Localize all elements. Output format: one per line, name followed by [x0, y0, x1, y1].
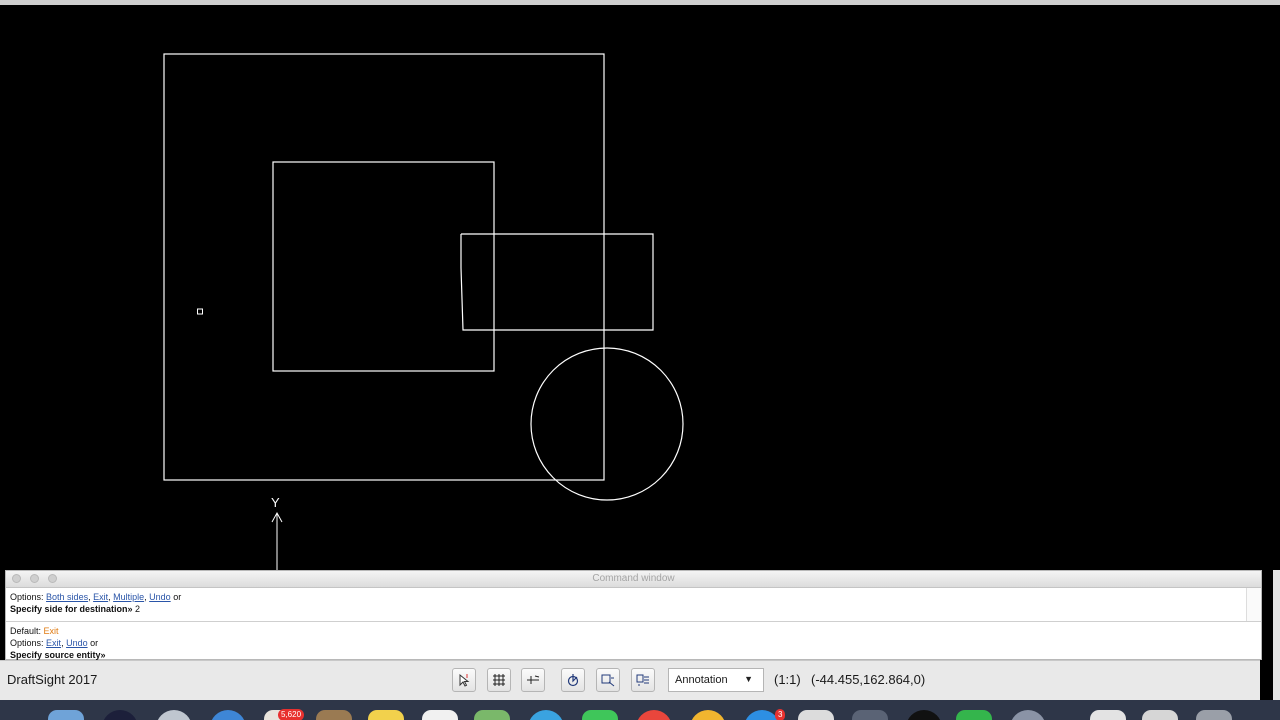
launchpad-icon[interactable]	[102, 710, 138, 720]
grid-icon	[493, 674, 505, 686]
drawing-canvas[interactable]: Y	[0, 5, 1280, 570]
option-both-sides[interactable]: Both sides	[46, 592, 88, 602]
whatsapp-icon[interactable]	[956, 710, 992, 720]
current-option-undo[interactable]: Undo	[66, 638, 88, 648]
app-icon[interactable]	[906, 710, 942, 720]
background-window-edge	[1273, 570, 1280, 700]
notes-icon[interactable]	[368, 710, 404, 720]
ortho-icon	[527, 675, 540, 684]
current-options-line: Options: Exit, Undo or	[10, 638, 99, 648]
command-window-titlebar[interactable]: Command window	[6, 571, 1261, 588]
history-scrollbar[interactable]	[1246, 588, 1261, 621]
grid-button[interactable]	[487, 668, 511, 692]
ibooks-icon[interactable]	[690, 710, 726, 720]
select-button[interactable]	[452, 668, 476, 692]
app-store-badge: 3	[775, 709, 786, 720]
ortho-button[interactable]	[521, 668, 545, 692]
cursor-coordinates: (-44.455,162.864,0)	[811, 672, 926, 687]
utility-icon[interactable]	[1010, 710, 1046, 720]
option-exit[interactable]: Exit	[93, 592, 108, 602]
history-options-line: Options: Both sides, Exit, Multiple, Und…	[10, 592, 182, 602]
scale-ratio[interactable]: (1:1)	[774, 672, 801, 687]
trash-icon[interactable]	[1196, 710, 1232, 720]
etrack-icon	[636, 674, 649, 686]
mail-badge: 5,620	[278, 709, 305, 720]
esnap-icon	[601, 674, 615, 687]
current-option-exit[interactable]: Exit	[46, 638, 61, 648]
safari-icon[interactable]	[210, 710, 246, 720]
outer-rectangle[interactable]	[163, 53, 605, 481]
default-line: Default: Exit	[10, 625, 1257, 637]
annotation-scale-select[interactable]: Annotation ▼	[668, 668, 764, 692]
current-options-prefix: Options:	[10, 638, 44, 648]
options-prefix: Options:	[10, 592, 44, 602]
history-prompt-line: Specify side for destination» 2	[10, 603, 1257, 615]
default-prefix: Default:	[10, 626, 42, 636]
overlapping-rectangle[interactable]	[460, 233, 654, 331]
finder-icon[interactable]	[48, 710, 84, 720]
facetime-icon[interactable]	[582, 710, 618, 720]
document-icon[interactable]	[1090, 710, 1126, 720]
select-icon	[459, 673, 470, 687]
option-multiple[interactable]: Multiple	[113, 592, 144, 602]
options-suffix: or	[173, 592, 182, 602]
command-window: Command window Options: Both sides, Exit…	[5, 570, 1262, 660]
command-window-title: Command window	[592, 573, 675, 584]
ucs-icon: Y	[271, 495, 283, 570]
music-icon[interactable]	[636, 710, 672, 720]
system-preferences-icon[interactable]	[156, 710, 192, 720]
esnap-button[interactable]	[596, 668, 620, 692]
ucs-y-label: Y	[271, 495, 280, 510]
reminders-icon[interactable]	[422, 710, 458, 720]
cursor-pickbox	[197, 308, 203, 315]
command-history: Options: Both sides, Exit, Multiple, Und…	[6, 588, 1261, 622]
polar-icon	[567, 674, 579, 687]
etrack-button[interactable]	[631, 668, 655, 692]
messages-icon[interactable]	[528, 710, 564, 720]
status-bar: DraftSight 2017 Annotation ▼ (1:1) (-44.…	[0, 660, 1260, 700]
circle-entity[interactable]	[530, 347, 684, 501]
current-options-suffix: or	[90, 638, 99, 648]
polar-button[interactable]	[561, 668, 585, 692]
draftsight-icon[interactable]	[852, 710, 888, 720]
command-prompt-area[interactable]: Default: Exit Options: Exit, Undo or Spe…	[6, 622, 1261, 660]
annotation-scale-value: Annotation	[675, 674, 728, 686]
terminal-icon[interactable]	[798, 710, 834, 720]
option-undo[interactable]: Undo	[149, 592, 171, 602]
app-name: DraftSight 2017	[7, 672, 98, 687]
default-value-exit[interactable]: Exit	[44, 626, 59, 636]
contacts-icon[interactable]	[316, 710, 352, 720]
maps-icon[interactable]	[474, 710, 510, 720]
history-entered-value: 2	[135, 604, 141, 614]
history-prompt: Specify side for destination»	[10, 604, 133, 614]
caret-down-icon: ▼	[744, 674, 753, 684]
macos-dock: 5,620 3	[0, 700, 1280, 720]
folder-icon[interactable]	[1142, 710, 1178, 720]
